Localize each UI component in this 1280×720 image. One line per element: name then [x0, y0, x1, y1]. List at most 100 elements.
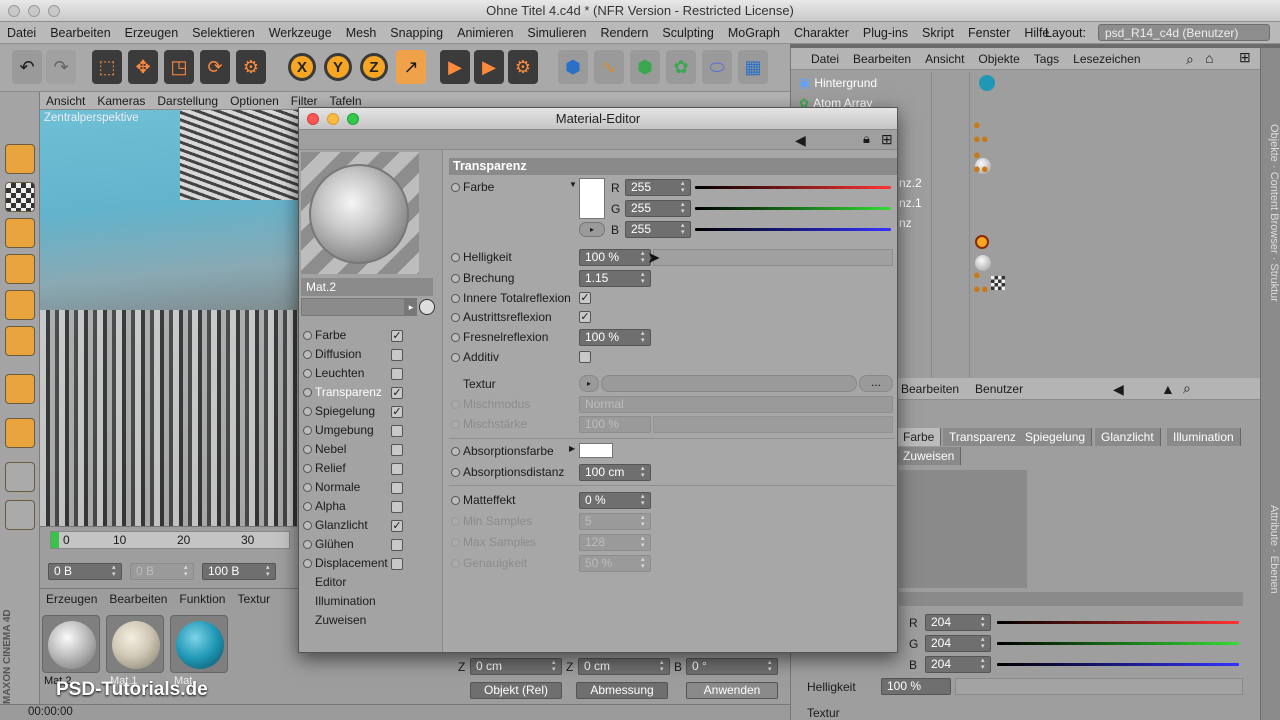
channel-diffusion-checkbox[interactable] — [391, 349, 403, 361]
material-thumb-mat1[interactable] — [106, 615, 164, 673]
points-mode-icon[interactable] — [5, 254, 35, 284]
channel-gluehen-checkbox[interactable] — [391, 539, 403, 551]
menu-charakter[interactable]: Charakter — [787, 22, 856, 44]
undo-icon[interactable]: ↶ — [12, 50, 42, 84]
mischstaerke-slider[interactable] — [653, 416, 893, 433]
coord-b-rotation[interactable]: 0 ° — [686, 658, 778, 675]
phong-tag-icon[interactable]: ● ●● — [973, 148, 989, 176]
additiv-checkbox[interactable] — [579, 351, 591, 363]
side-tab-attribute[interactable]: Attribute · Ebenen — [1260, 378, 1280, 720]
absorptionsdistanz-field[interactable]: 100 cm — [579, 464, 651, 481]
render-settings-icon[interactable]: ⚙ — [508, 50, 538, 84]
chevron-down-icon[interactable]: ▼ — [569, 180, 577, 189]
channel-normale[interactable]: Normale — [301, 478, 441, 497]
layout-select[interactable]: psd_R14_c4d (Benutzer) — [1098, 24, 1270, 41]
close-icon[interactable] — [307, 113, 319, 125]
render-picture-viewer-icon[interactable]: ▶ — [474, 50, 504, 84]
matmgr-menu-textur[interactable]: Textur — [231, 589, 276, 609]
menu-mesh[interactable]: Mesh — [339, 22, 384, 44]
subdivision-surface-icon[interactable]: ⬢ — [630, 50, 660, 84]
menu-plugins[interactable]: Plug-ins — [856, 22, 915, 44]
channel-umgebung-checkbox[interactable] — [391, 425, 403, 437]
channel-umgebung[interactable]: Umgebung — [301, 421, 441, 440]
matteffekt-field[interactable]: 0 % — [579, 492, 651, 509]
channel-farbe[interactable]: Farbe ✓ — [301, 326, 441, 345]
attr-tab-spiegelung[interactable]: Spiegelung — [1019, 428, 1093, 446]
timeline-ruler[interactable]: 0 10 20 30 — [50, 531, 290, 549]
objmgr-menu-tags[interactable]: Tags — [1027, 48, 1066, 70]
menu-werkzeuge[interactable]: Werkzeuge — [262, 22, 339, 44]
coord-size-select[interactable]: Abmessung — [576, 682, 668, 699]
channel-nebel[interactable]: Nebel — [301, 440, 441, 459]
attr-helligkeit-slider[interactable] — [955, 678, 1243, 695]
close-window-button[interactable] — [8, 5, 20, 17]
material-name-field[interactable] — [301, 298, 405, 316]
channel-editor[interactable]: Editor — [301, 573, 441, 592]
menu-animieren[interactable]: Animieren — [450, 22, 520, 44]
back-arrow-icon[interactable]: ◀ — [795, 132, 806, 149]
menu-rendern[interactable]: Rendern — [593, 22, 655, 44]
lock-workplane-icon[interactable] — [5, 500, 35, 530]
attr-tab-farbe[interactable]: Farbe — [897, 428, 942, 446]
r-field[interactable]: 255 — [625, 179, 691, 196]
channel-alpha-checkbox[interactable] — [391, 501, 403, 513]
attr-b-slider[interactable] — [997, 663, 1239, 666]
attr-g-slider[interactable] — [997, 642, 1239, 645]
channel-relief-checkbox[interactable] — [391, 463, 403, 475]
helligkeit-slider[interactable] — [653, 249, 893, 266]
texture-tag-icon[interactable] — [991, 276, 1005, 290]
menu-fenster[interactable]: Fenster — [961, 22, 1017, 44]
menu-sculpting[interactable]: Sculpting — [655, 22, 720, 44]
restrict-tag-icon[interactable] — [975, 235, 989, 249]
coord-apply-button[interactable]: Anwenden — [686, 682, 778, 699]
back-arrow-icon[interactable]: ◀ — [1113, 381, 1124, 398]
timeline-start-field[interactable]: 0 B — [48, 563, 122, 580]
g-field[interactable]: 255 — [625, 200, 691, 217]
search-icon[interactable]: ⌕ — [1183, 380, 1191, 397]
search-icon[interactable]: ⌕ — [1186, 51, 1194, 68]
channel-displacement[interactable]: Displacement — [301, 554, 441, 573]
attr-r-field[interactable]: 204 — [925, 614, 991, 631]
axis-x-button[interactable]: X — [288, 53, 316, 81]
channel-diffusion[interactable]: Diffusion — [301, 345, 441, 364]
chevron-right-icon[interactable]: ▶ — [569, 444, 575, 453]
axis-z-button[interactable]: Z — [360, 53, 388, 81]
attr-menu-benutzer[interactable]: Benutzer — [967, 378, 1031, 400]
b-slider[interactable] — [695, 228, 891, 231]
viewport-3d[interactable]: Zentralperspektive — [40, 110, 298, 526]
minimize-window-button[interactable] — [28, 5, 40, 17]
menu-snapping[interactable]: Snapping — [383, 22, 450, 44]
color-picker-toggle[interactable]: ▸ — [579, 222, 605, 237]
texture-mode-icon[interactable] — [5, 182, 35, 212]
timeline-current-field[interactable]: 0 B — [130, 563, 194, 580]
mischmodus-select[interactable]: Normal — [579, 396, 893, 413]
textur-more-button[interactable]: ... — [859, 375, 893, 392]
channel-spiegelung-checkbox[interactable]: ✓ — [391, 406, 403, 418]
channel-glanzlicht[interactable]: Glanzlicht ✓ — [301, 516, 441, 535]
model-mode-icon[interactable] — [5, 144, 35, 174]
r-slider[interactable] — [695, 186, 891, 189]
min-samples-field[interactable]: 5 — [579, 513, 651, 530]
channel-relief[interactable]: Relief — [301, 459, 441, 478]
coord-z-position[interactable]: 0 cm — [470, 658, 562, 675]
spline-pen-icon[interactable]: ∿ — [594, 50, 624, 84]
channel-alpha[interactable]: Alpha — [301, 497, 441, 516]
mischstaerke-field[interactable]: 100 % — [579, 416, 651, 433]
array-icon[interactable]: ✿ — [666, 50, 696, 84]
move-icon[interactable]: ✥ — [128, 50, 158, 84]
live-selection-icon[interactable]: ⬚ — [92, 50, 122, 84]
channel-transparenz-checkbox[interactable]: ✓ — [391, 387, 403, 399]
floor-icon[interactable]: ▦ — [738, 50, 768, 84]
object-row-hintergrund[interactable]: ▣ Hintergrund — [799, 73, 1259, 93]
attr-helligkeit-field[interactable]: 100 % — [881, 678, 951, 695]
material-thumb-mat[interactable] — [170, 615, 228, 673]
redo-icon[interactable]: ↷ — [46, 50, 76, 84]
lock-icon[interactable]: 🔒︎ — [863, 131, 870, 147]
textur-toggle[interactable]: ▸ — [579, 375, 599, 392]
absorption-color-swatch[interactable] — [579, 443, 613, 458]
axis-mode-icon[interactable] — [5, 374, 35, 404]
max-samples-field[interactable]: 128 — [579, 534, 651, 551]
menu-selektieren[interactable]: Selektieren — [185, 22, 262, 44]
chevron-right-icon[interactable]: ▸ — [405, 298, 417, 316]
menu-bearbeiten[interactable]: Bearbeiten — [43, 22, 117, 44]
